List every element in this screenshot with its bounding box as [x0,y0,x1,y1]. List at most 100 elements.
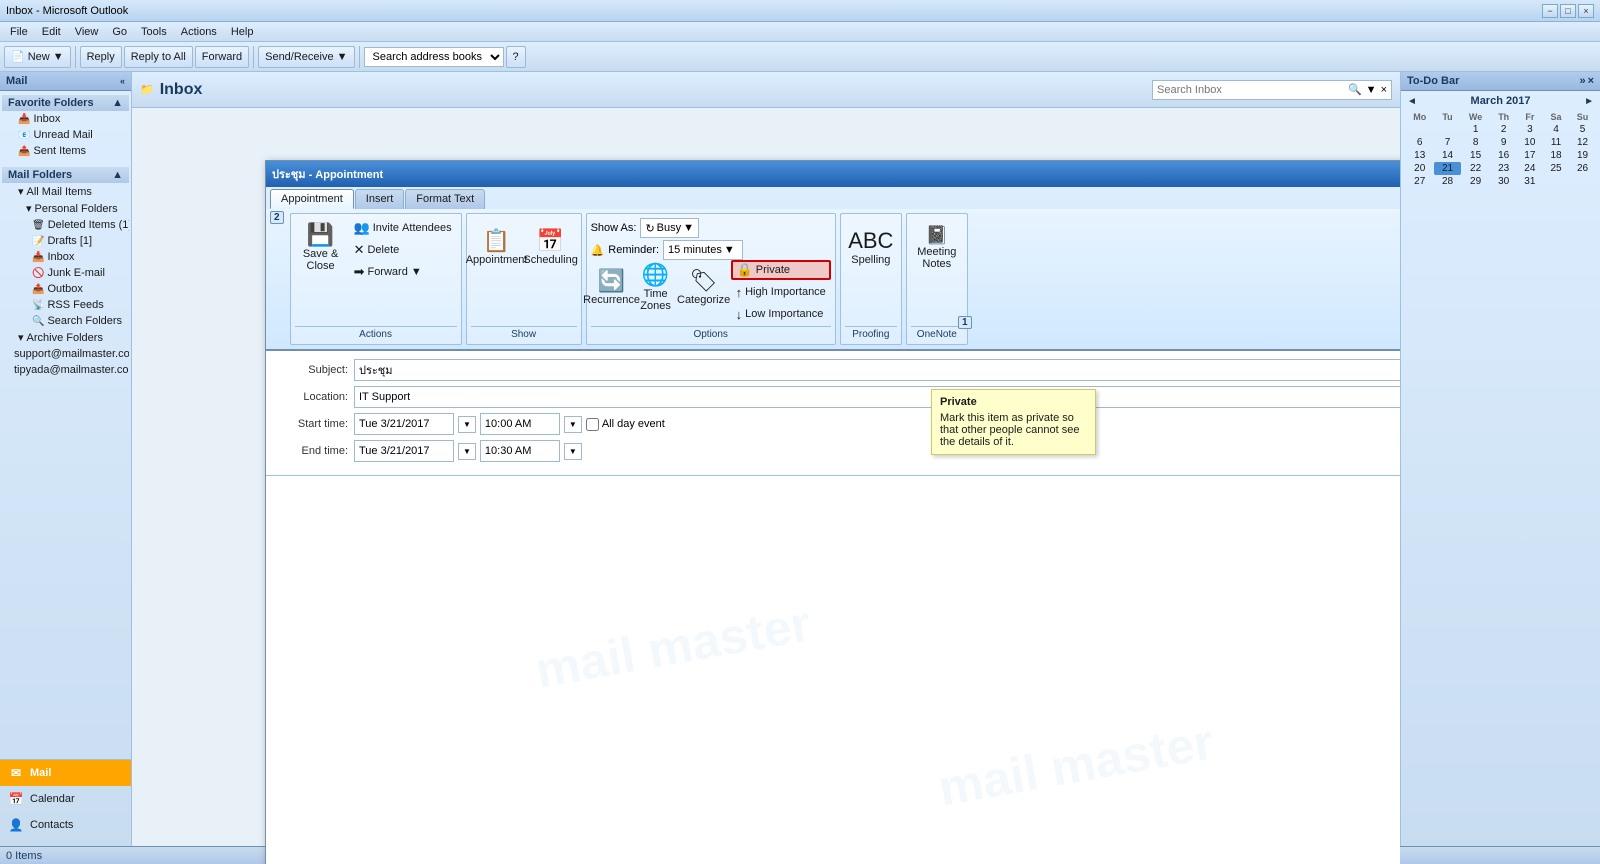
categorize-button[interactable]: 🏷 Categorize [679,260,729,315]
cal-day[interactable]: 3 [1517,123,1543,136]
search-dropdown[interactable]: ▼ [1366,84,1377,96]
outbox-folder[interactable]: 📤 Outbox [2,281,129,297]
cal-day[interactable]: 13 [1405,149,1434,162]
all-day-checkbox[interactable] [586,418,599,431]
invite-attendees-button[interactable]: 👥 Invite Attendees [349,218,457,238]
cal-day[interactable]: 11 [1543,136,1569,149]
favorite-folders-header[interactable]: Favorite Folders ▲ [2,95,129,111]
cal-day[interactable]: 7 [1434,136,1460,149]
search-icon[interactable]: 🔍 [1348,83,1362,96]
tab-insert[interactable]: Insert [355,189,405,209]
cal-day[interactable]: 2 [1491,123,1517,136]
cal-day[interactable] [1543,175,1569,188]
search-books-combo[interactable]: Search address books [364,47,504,67]
cal-day[interactable] [1405,123,1434,136]
low-importance-button[interactable]: ↓ Low Importance [731,304,831,324]
end-date-dropdown[interactable]: ▼ [458,443,476,460]
search-input[interactable] [1157,84,1344,96]
scheduling-button[interactable]: 📅 Scheduling [525,218,577,278]
location-input[interactable] [354,386,1400,408]
junk-email-folder[interactable]: 🚫 Junk E-mail [2,265,129,281]
cal-day[interactable] [1569,175,1596,188]
cal-day[interactable]: 1 [1461,123,1491,136]
search-folders[interactable]: 🔍 Search Folders [2,313,129,329]
personal-folders[interactable]: ▾ Personal Folders [2,200,129,217]
recurrence-button[interactable]: 🔄 Recurrence [591,260,633,315]
todo-expand[interactable]: » [1579,75,1585,87]
menu-tools[interactable]: Tools [135,24,173,40]
reply-button[interactable]: Reply [80,46,122,68]
menu-file[interactable]: File [4,24,34,40]
cal-day[interactable]: 20 [1405,162,1434,175]
show-as-combo[interactable]: ↻ Busy ▼ [640,218,699,238]
cal-day[interactable]: 5 [1569,123,1596,136]
cal-day[interactable]: 28 [1434,175,1460,188]
cal-day[interactable]: 18 [1543,149,1569,162]
private-button[interactable]: 🔒 Private [731,260,831,280]
time-zones-button[interactable]: 🌐 TimeZones [635,260,677,315]
cal-next[interactable]: ► [1582,96,1596,107]
todo-close[interactable]: × [1588,75,1594,87]
start-time-input[interactable] [480,413,560,435]
menu-view[interactable]: View [69,24,105,40]
cal-day[interactable]: 22 [1461,162,1491,175]
send-receive-button[interactable]: Send/Receive ▼ [258,46,354,68]
deleted-items-folder[interactable]: 🗑 Deleted Items (1) [2,217,129,233]
sidebar-item-unread[interactable]: 📧 Unread Mail [2,127,129,143]
cal-day[interactable]: 24 [1517,162,1543,175]
nav-mail-button[interactable]: ✉ Mail [0,760,131,786]
cal-day[interactable]: 15 [1461,149,1491,162]
end-time-input[interactable] [480,440,560,462]
menu-edit[interactable]: Edit [36,24,67,40]
save-close-button[interactable]: 💾 Save &Close [295,218,347,278]
delete-button[interactable]: ✕ Delete [349,240,457,260]
mail-folders-header[interactable]: Mail Folders ▲ [2,167,129,183]
reminder-combo[interactable]: 15 minutes ▼ [663,240,743,260]
start-date-input[interactable] [354,413,454,435]
cal-day[interactable]: 23 [1491,162,1517,175]
cal-day[interactable]: 12 [1569,136,1596,149]
cal-day[interactable]: 17 [1517,149,1543,162]
sidebar-item-sent[interactable]: 📤 Sent Items [2,143,129,159]
appointment-show-button[interactable]: 📋 Appointment [471,218,523,278]
cal-day[interactable]: 16 [1491,149,1517,162]
reply-all-button[interactable]: Reply to All [124,46,193,68]
menu-go[interactable]: Go [106,24,133,40]
nav-calendar-button[interactable]: 📅 Calendar [0,786,131,812]
cal-day[interactable]: 30 [1491,175,1517,188]
forward-ribbon-button[interactable]: ➡ Forward ▼ [349,262,457,282]
start-date-dropdown[interactable]: ▼ [458,416,476,433]
cal-day[interactable]: 29 [1461,175,1491,188]
high-importance-button[interactable]: ↑ High Importance [731,282,831,302]
account-support[interactable]: support@mailmaster.co [2,346,129,362]
all-mail-items[interactable]: ▾ All Mail Items [2,183,129,200]
menu-help[interactable]: Help [225,24,260,40]
cal-day[interactable]: 31 [1517,175,1543,188]
close-button[interactable]: × [1578,4,1594,18]
sidebar-expand[interactable]: « [120,76,125,86]
cal-day[interactable]: 9 [1491,136,1517,149]
cal-day[interactable]: 26 [1569,162,1596,175]
cal-prev[interactable]: ◄ [1405,96,1419,107]
cal-day[interactable]: 6 [1405,136,1434,149]
spelling-button[interactable]: ABC Spelling [845,218,897,278]
tab-format-text[interactable]: Format Text [405,189,485,209]
cal-day[interactable]: 27 [1405,175,1434,188]
menu-actions[interactable]: Actions [175,24,223,40]
cal-day[interactable] [1434,123,1460,136]
maximize-button[interactable]: □ [1560,4,1576,18]
appointment-body[interactable]: mail master mail master [266,476,1400,864]
cal-day[interactable]: 10 [1517,136,1543,149]
end-time-dropdown[interactable]: ▼ [564,443,582,460]
new-button[interactable]: 📄 New ▼ [4,46,71,68]
cal-day[interactable]: 4 [1543,123,1569,136]
account-tipyada[interactable]: tipyada@mailmaster.co [2,362,129,378]
start-time-dropdown[interactable]: ▼ [564,416,582,433]
end-date-input[interactable] [354,440,454,462]
forward-button[interactable]: Forward [195,46,249,68]
cal-today[interactable]: 21 [1434,162,1460,175]
cal-day[interactable]: 14 [1434,149,1460,162]
cal-day[interactable]: 19 [1569,149,1596,162]
sidebar-item-inbox-fav[interactable]: 📥 Inbox [2,111,129,127]
archive-folders[interactable]: ▾ Archive Folders [2,329,129,346]
